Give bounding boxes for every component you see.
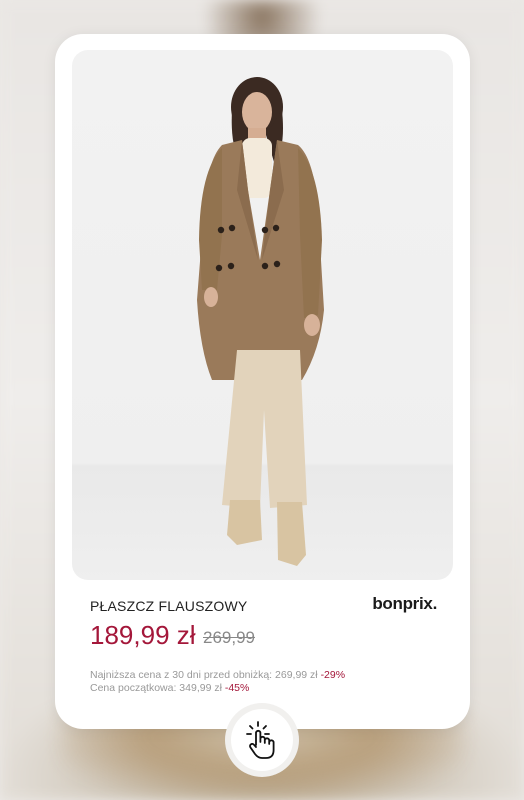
lowest-price-discount: -29% [320,669,346,681]
current-price: 189,99 zł [90,620,196,650]
hand-pointer-tap-icon [246,721,275,759]
brand-logo[interactable]: bonprix. [372,594,437,614]
initial-price-note: Cena początkowa: 349,99 zł -45% [90,682,249,694]
model-illustration [197,77,324,566]
tap-button-inner[interactable] [231,709,293,771]
product-card[interactable]: PŁASZCZ FLAUSZOWY bonprix. 189,99 zł 269… [55,34,470,729]
lowest-price-label: Najniższa cena z 30 dni przed obniżką: 2… [90,669,318,681]
tap-button[interactable] [225,703,299,777]
initial-price-label: Cena początkowa: 349,99 zł [90,682,222,694]
lowest-price-note: Najniższa cena z 30 dni przed obniżką: 2… [90,669,345,681]
old-price: 269,99 [203,628,255,647]
product-photo[interactable] [72,50,453,580]
product-title: PŁASZCZ FLAUSZOWY [90,598,248,614]
initial-price-discount: -45% [224,682,250,694]
